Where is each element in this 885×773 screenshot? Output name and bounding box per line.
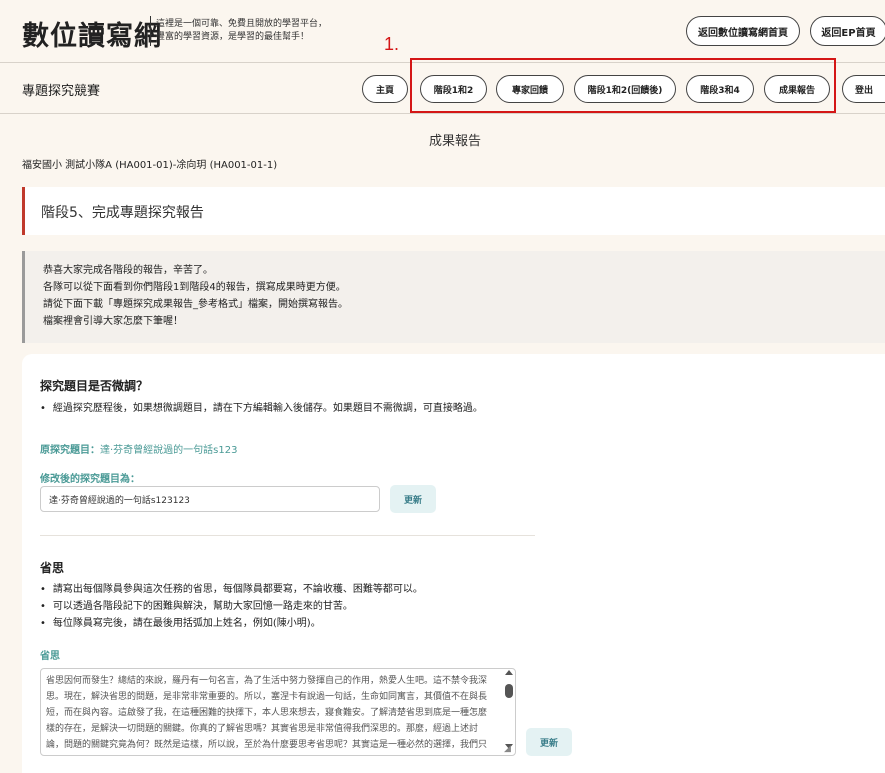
back-to-ep-button[interactable]: 返回EP首頁 [810, 16, 885, 46]
notice-box: 恭喜大家完成各階段的報告，辛苦了。 各隊可以從下面看到你們階段1到階段4的報告，… [22, 251, 885, 343]
main-card: 探究題目是否微調？ 經過探究歷程後，如果想微調題目，請在下方編輯輸入後儲存。如果… [22, 354, 885, 773]
reflection-bullets: 請寫出每個隊員參與這次任務的省思，每個隊員都要寫，不論收穫、困難等都可以。 可以… [40, 581, 423, 632]
topic-bullet: 經過探究歷程後，如果想微調題目，請在下方編輯輸入後儲存。如果題目不需微調，可直接… [40, 400, 483, 417]
topic-bullets: 經過探究歷程後，如果想微調題目，請在下方編輯輸入後儲存。如果題目不需微調，可直接… [40, 400, 483, 417]
reflection-section-title: 省思 [40, 561, 65, 575]
scroll-up-icon[interactable] [505, 670, 513, 675]
reflection-bullet: 可以透過各階段記下的困難與解決，幫助大家回憶一路走來的甘苦。 [40, 598, 423, 615]
stage-card: 階段5、完成專題探究報告 [22, 187, 885, 235]
reflection-field-label: 省思 [40, 651, 60, 662]
site-header: 數位讀寫網 這裡是一個可靠、免費且開放的學習平台， 豐富的學習資源，是學習的最佳… [0, 0, 885, 62]
modified-topic-input[interactable] [40, 486, 380, 512]
stage-title: 階段5、完成專題探究報告 [41, 205, 204, 221]
logo-divider [150, 16, 151, 46]
resize-handle-icon[interactable]: ◢ [504, 744, 511, 754]
nav-logout-button[interactable]: 登出 [842, 75, 885, 103]
reflection-bullet: 請寫出每個隊員參與這次任務的省思，每個隊員都要寫，不論收穫、困難等都可以。 [40, 581, 423, 598]
original-topic: 原探究題目：達·芬奇曾經說過的一句話s123 [40, 441, 237, 456]
notice-line: 各隊可以從下面看到你們階段1到階段4的報告，撰寫成果時更方便。 [43, 282, 346, 293]
nav-home-button[interactable]: 主頁 [362, 75, 408, 103]
annotation-label: 1. [384, 34, 400, 54]
site-logo[interactable]: 數位讀寫網 [22, 14, 162, 53]
site-tagline: 這裡是一個可靠、免費且開放的學習平台， 豐富的學習資源，是學習的最佳幫手！ [156, 18, 327, 44]
team-info: 福安國小 測試小隊A (HA001-01)-凃向玥 (HA001-01-1) [22, 160, 278, 171]
topic-section-title: 探究題目是否微調？ [40, 379, 149, 393]
tagline-line-2: 豐富的學習資源，是學習的最佳幫手！ [156, 32, 310, 42]
reflection-scrollbar[interactable] [504, 670, 514, 754]
nav-title: 專題探究競賽 [22, 84, 101, 99]
notice-line: 請從下面下載「專題探究成果報告_參考格式」檔案，開始撰寫報告。 [43, 299, 348, 310]
reflection-textarea[interactable]: 省思因何而發生？總結的來說，羅丹有一句名言，為了生活中努力發揮自己的作用，熱愛人… [40, 668, 516, 756]
reflection-bullet: 每位隊員寫完後，請在最後用括弧加上姓名，例如(陳小明)。 [40, 615, 423, 632]
section-divider [40, 535, 535, 536]
highlight-box [410, 58, 836, 113]
notice-line: 檔案裡會引導大家怎麼下筆喔！ [43, 316, 183, 327]
page-title: 成果報告 [428, 134, 481, 149]
back-to-home-button[interactable]: 返回數位讀寫網首頁 [686, 16, 800, 46]
original-topic-label: 原探究題目： [40, 445, 100, 456]
reflection-update-button[interactable]: 更新 [526, 728, 572, 756]
scroll-thumb[interactable] [505, 684, 513, 698]
modified-topic-label: 修改後的探究題目為： [40, 474, 140, 485]
original-topic-value: 達·芬奇曾經說過的一句話s123 [100, 445, 238, 456]
topic-update-button[interactable]: 更新 [390, 485, 436, 513]
tagline-line-1: 這裡是一個可靠、免費且開放的學習平台， [156, 19, 328, 29]
notice-line: 恭喜大家完成各階段的報告，辛苦了。 [43, 265, 213, 276]
